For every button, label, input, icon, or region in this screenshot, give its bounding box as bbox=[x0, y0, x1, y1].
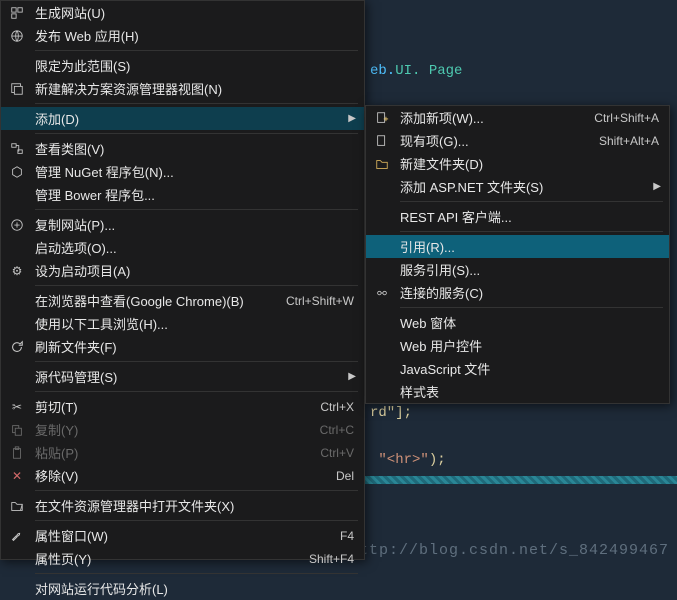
globe-icon bbox=[9, 28, 25, 44]
menu-separator bbox=[35, 520, 358, 521]
wrench-icon bbox=[9, 528, 25, 544]
menu-separator bbox=[400, 201, 663, 202]
menu-separator bbox=[35, 391, 358, 392]
new-item-icon bbox=[374, 110, 390, 126]
menu-set-startup[interactable]: ⚙ 设为启动项目(A) bbox=[1, 259, 364, 282]
open-folder-icon bbox=[9, 498, 25, 514]
menu-separator bbox=[400, 307, 663, 308]
menu-separator bbox=[35, 50, 358, 51]
menu-separator bbox=[35, 285, 358, 286]
menu-properties-window[interactable]: 属性窗口(W) F4 bbox=[1, 524, 364, 547]
menu-copy-site[interactable]: 复制网站(P)... bbox=[1, 213, 364, 236]
menu-separator bbox=[35, 490, 358, 491]
menu-browse-with[interactable]: 使用以下工具浏览(H)... bbox=[1, 312, 364, 335]
submenu-connected-svc[interactable]: 连接的服务(C) bbox=[366, 281, 669, 304]
submenu-arrow-icon: ▶ bbox=[653, 181, 661, 192]
new-folder-icon bbox=[374, 156, 390, 172]
submenu-js-file[interactable]: JavaScript 文件 bbox=[366, 357, 669, 380]
existing-item-icon bbox=[374, 133, 390, 149]
delete-icon: ✕ bbox=[9, 468, 25, 484]
menu-generate-site[interactable]: 生成网站(U) bbox=[1, 1, 364, 24]
submenu-web-form[interactable]: Web 窗体 bbox=[366, 311, 669, 334]
copy-site-icon bbox=[9, 217, 25, 233]
menu-publish-web[interactable]: 发布 Web 应用(H) bbox=[1, 24, 364, 47]
menu-source-control[interactable]: 源代码管理(S) ▶ bbox=[1, 365, 364, 388]
solution-icon bbox=[9, 81, 25, 97]
menu-separator bbox=[35, 573, 358, 574]
menu-cut[interactable]: ✂ 剪切(T) Ctrl+X bbox=[1, 395, 364, 418]
menu-new-solution-explorer[interactable]: 新建解决方案资源管理器视图(N) bbox=[1, 77, 364, 100]
connected-services-icon bbox=[374, 285, 390, 301]
submenu-service-ref[interactable]: 服务引用(S)... bbox=[366, 258, 669, 281]
submenu-stylesheet[interactable]: 样式表 bbox=[366, 380, 669, 403]
submenu-reference[interactable]: 引用(R)... bbox=[366, 235, 669, 258]
menu-limit-scope[interactable]: 限定为此范围(S) bbox=[1, 54, 364, 77]
menu-manage-bower[interactable]: 管理 Bower 程序包... bbox=[1, 183, 364, 206]
menu-start-options[interactable]: 启动选项(O)... bbox=[1, 236, 364, 259]
submenu-rest-api[interactable]: REST API 客户端... bbox=[366, 205, 669, 228]
gear-icon: ⚙ bbox=[9, 263, 25, 279]
menu-code-analysis[interactable]: 对网站运行代码分析(L) bbox=[1, 577, 364, 600]
build-icon bbox=[9, 5, 25, 21]
cut-icon: ✂ bbox=[9, 399, 25, 415]
menu-remove[interactable]: ✕ 移除(V) Del bbox=[1, 464, 364, 487]
menu-refresh-folder[interactable]: 刷新文件夹(F) bbox=[1, 335, 364, 358]
submenu-arrow-icon: ▶ bbox=[348, 113, 356, 124]
menu-add[interactable]: 添加(D) ▶ bbox=[1, 107, 364, 130]
context-menu: 生成网站(U) 发布 Web 应用(H) 限定为此范围(S) 新建解决方案资源管… bbox=[0, 0, 365, 560]
copy-icon bbox=[9, 422, 25, 438]
menu-separator bbox=[35, 209, 358, 210]
submenu-web-user-ctrl[interactable]: Web 用户控件 bbox=[366, 334, 669, 357]
refresh-icon bbox=[9, 339, 25, 355]
nuget-icon bbox=[9, 164, 25, 180]
menu-separator bbox=[35, 103, 358, 104]
menu-open-explorer[interactable]: 在文件资源管理器中打开文件夹(X) bbox=[1, 494, 364, 517]
add-submenu: 添加新项(W)... Ctrl+Shift+A 现有项(G)... Shift+… bbox=[365, 105, 670, 404]
submenu-existing-item[interactable]: 现有项(G)... Shift+Alt+A bbox=[366, 129, 669, 152]
submenu-add-aspnet-folder[interactable]: 添加 ASP.NET 文件夹(S) ▶ bbox=[366, 175, 669, 198]
paste-icon bbox=[9, 445, 25, 461]
menu-manage-nuget[interactable]: 管理 NuGet 程序包(N)... bbox=[1, 160, 364, 183]
submenu-add-new-item[interactable]: 添加新项(W)... Ctrl+Shift+A bbox=[366, 106, 669, 129]
menu-separator bbox=[35, 133, 358, 134]
menu-copy: 复制(Y) Ctrl+C bbox=[1, 418, 364, 441]
menu-view-class[interactable]: 查看类图(V) bbox=[1, 137, 364, 160]
submenu-arrow-icon: ▶ bbox=[348, 371, 356, 382]
menu-paste: 粘贴(P) Ctrl+V bbox=[1, 441, 364, 464]
menu-separator bbox=[400, 231, 663, 232]
class-diagram-icon bbox=[9, 141, 25, 157]
menu-view-browser[interactable]: 在浏览器中查看(Google Chrome)(B) Ctrl+Shift+W bbox=[1, 289, 364, 312]
menu-separator bbox=[35, 361, 358, 362]
watermark-text: http://blog.csdn.net/s_842499467 bbox=[349, 542, 669, 559]
submenu-new-folder[interactable]: 新建文件夹(D) bbox=[366, 152, 669, 175]
